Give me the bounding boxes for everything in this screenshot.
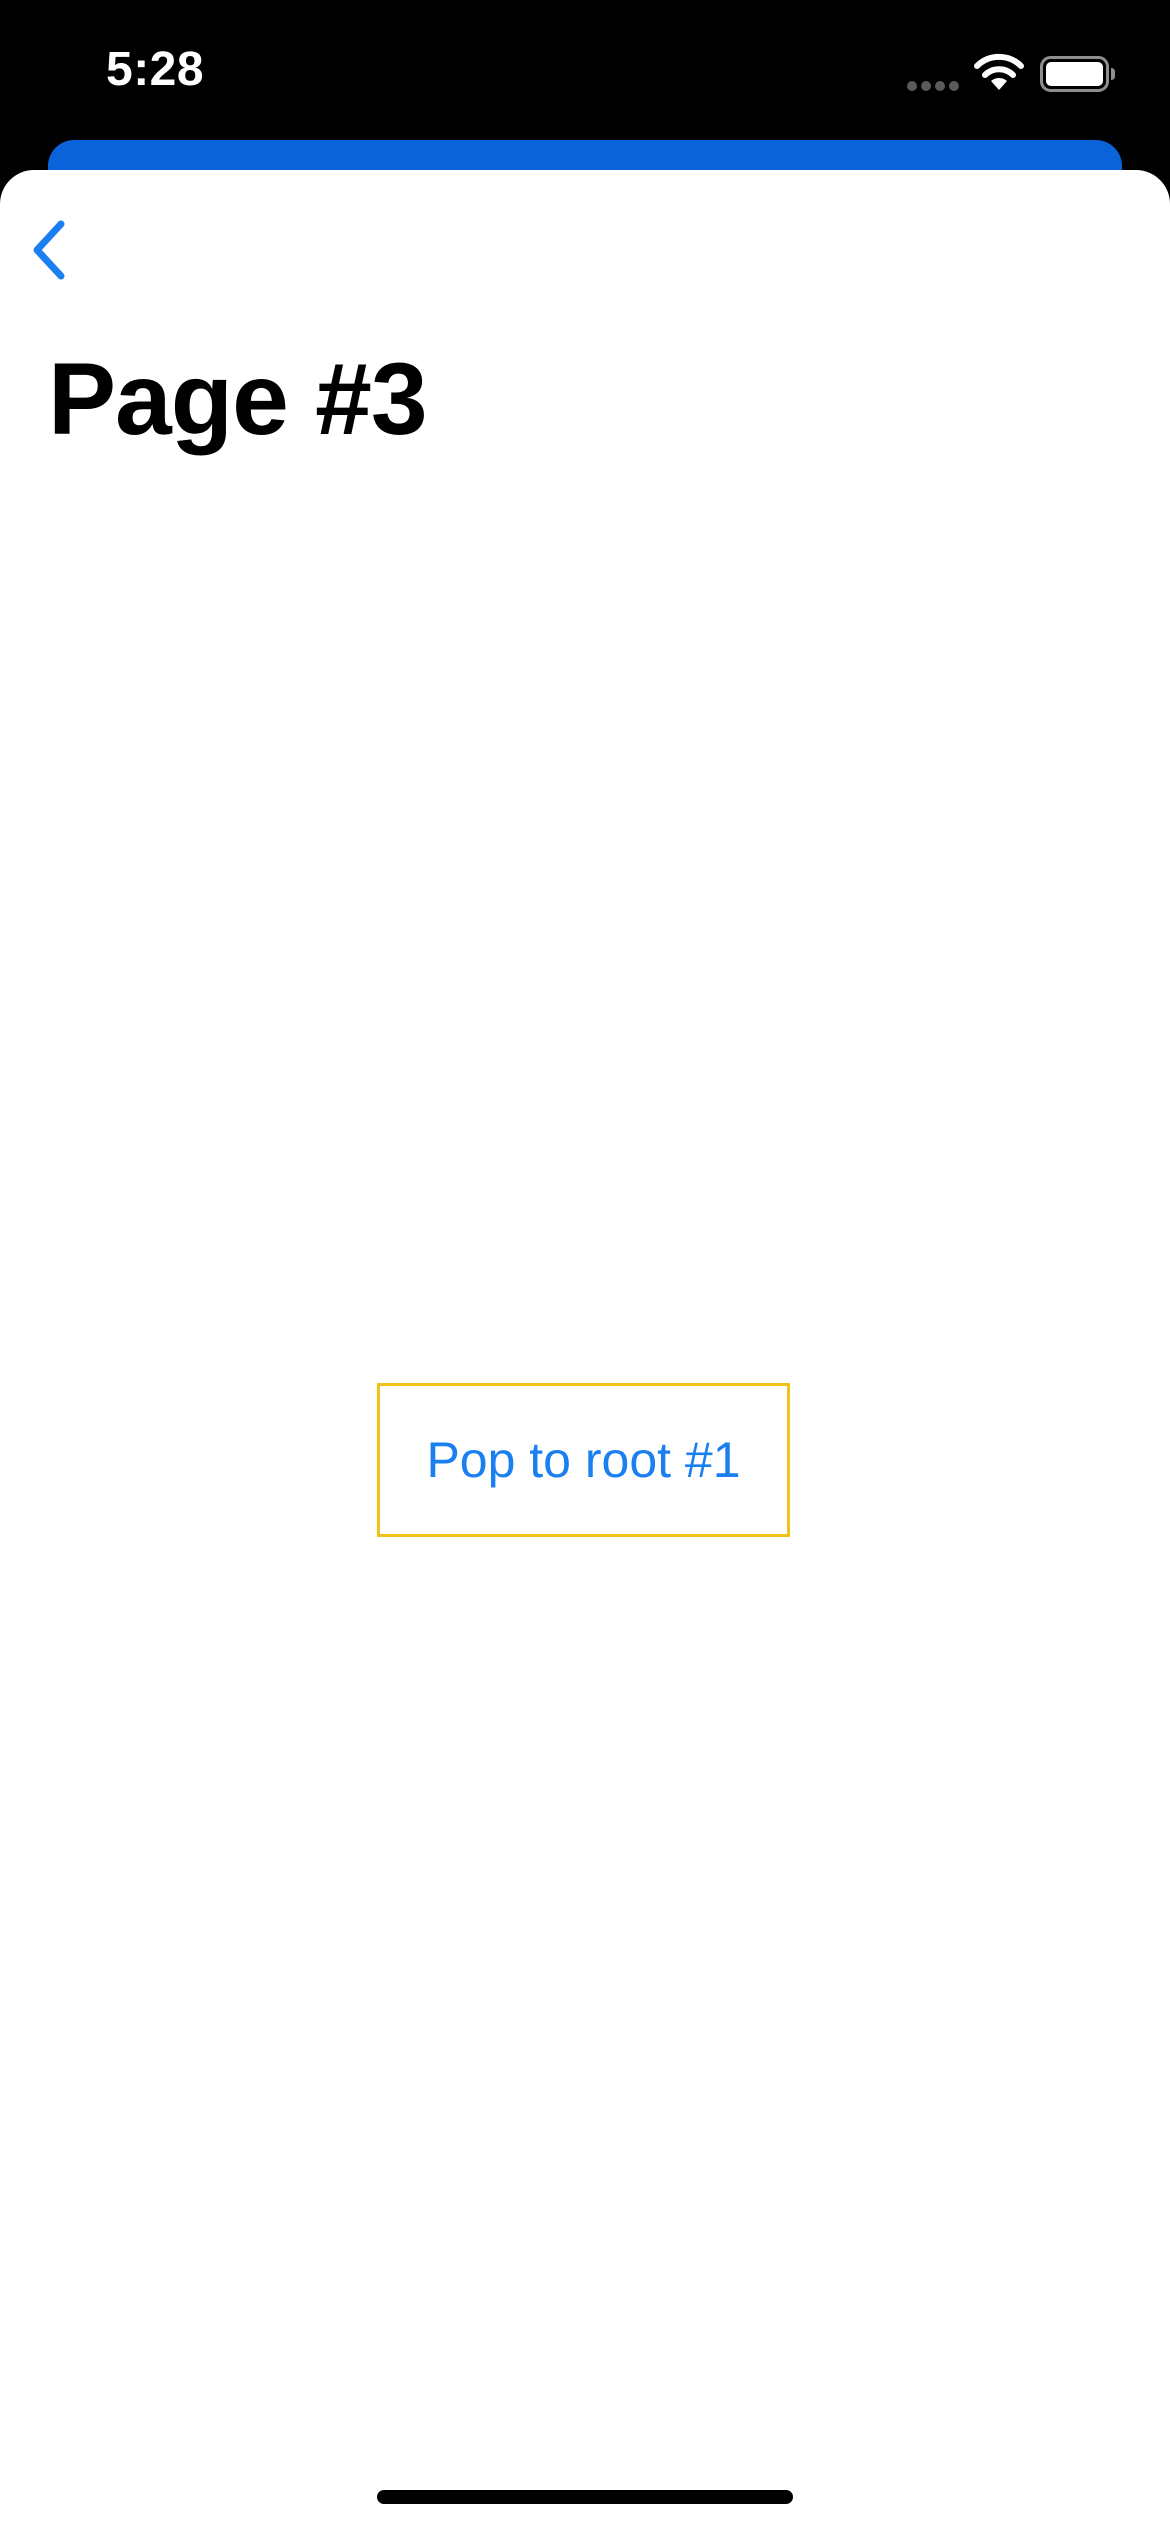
home-indicator[interactable] <box>377 2490 793 2504</box>
cellular-dots-icon <box>907 81 959 91</box>
chevron-left-icon <box>33 220 65 280</box>
back-button[interactable] <box>14 210 84 290</box>
battery-icon <box>1040 56 1115 92</box>
pop-to-root-button[interactable]: Pop to root #1 <box>377 1383 790 1537</box>
page-title: Page #3 <box>48 342 428 456</box>
modal-sheet: Page #3 Pop to root #1 <box>0 170 1170 2532</box>
screen: 5:28 Page #3 Pop to root #1 <box>0 0 1170 2532</box>
wifi-icon <box>974 53 1024 90</box>
status-bar: 5:28 <box>0 0 1170 140</box>
status-time: 5:28 <box>106 43 205 96</box>
